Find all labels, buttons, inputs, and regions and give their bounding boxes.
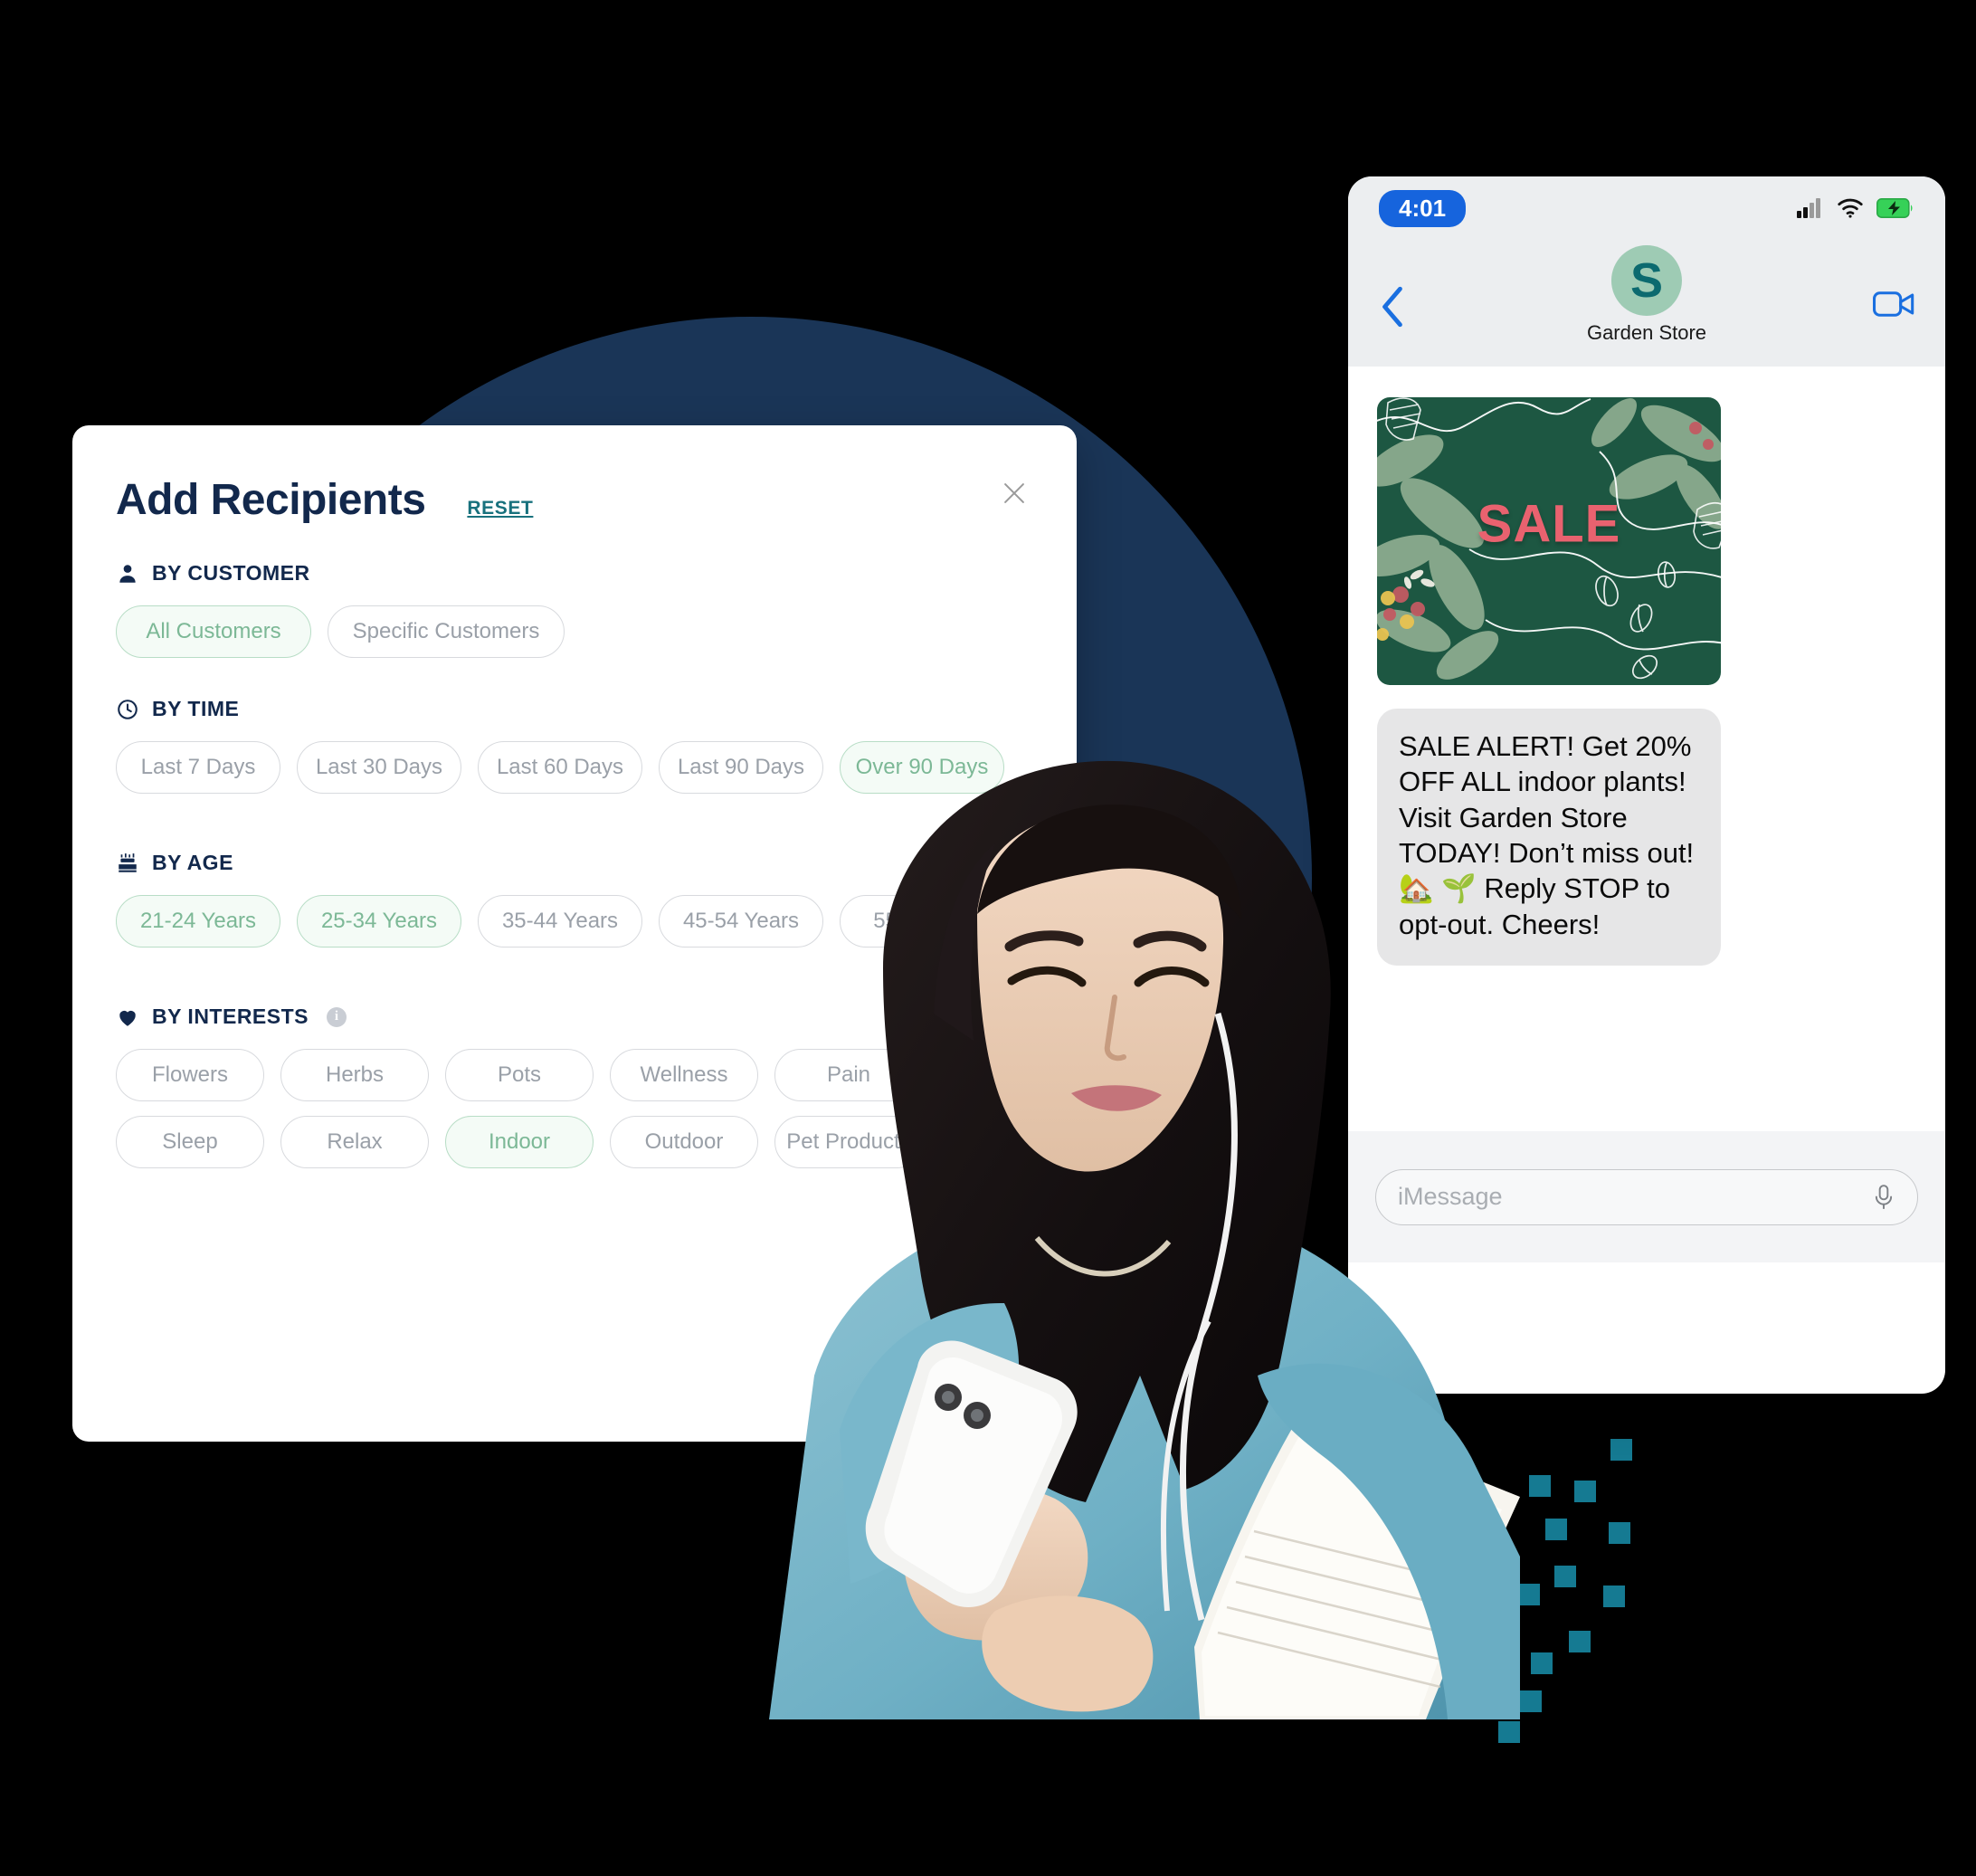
pill-relax[interactable]: Relax (280, 1116, 429, 1168)
pill-pots[interactable]: Pots (445, 1049, 594, 1101)
microphone-icon[interactable] (1872, 1184, 1895, 1211)
pill-last-30-days[interactable]: Last 30 Days (297, 741, 461, 794)
modal-header: Add Recipients RESET (116, 475, 533, 525)
contact-name: Garden Store (1586, 321, 1707, 344)
pill-flowers[interactable]: Flowers (116, 1049, 264, 1101)
phone-status-bar: 4:01 (1348, 176, 1945, 240)
heart-icon (116, 1005, 139, 1029)
phone-nav-bar: S Garden Store (1348, 240, 1945, 367)
pill-all-customers[interactable]: All Customers (116, 605, 311, 658)
screenshot-root: Add Recipients RESET BY CUSTOMER All Cus… (0, 0, 1976, 1876)
sale-promo-image[interactable]: SALE (1377, 397, 1721, 685)
contact-header[interactable]: S Garden Store (1587, 245, 1706, 345)
section-label: BY AGE (152, 851, 233, 874)
pill-last-7-days[interactable]: Last 7 Days (116, 741, 280, 794)
customer-pill-row: All Customers Specific Customers (116, 605, 565, 658)
cake-icon (116, 852, 139, 875)
chevron-left-icon[interactable] (1379, 285, 1406, 333)
section-label: BY INTERESTS (152, 1005, 309, 1028)
page-title: Add Recipients (116, 476, 426, 524)
battery-charging-icon (1876, 198, 1914, 218)
status-icon-group (1797, 198, 1914, 218)
signal-bars-icon (1797, 198, 1824, 218)
section-label: BY CUSTOMER (152, 561, 310, 585)
pill-indoor[interactable]: Indoor (445, 1116, 594, 1168)
wifi-icon (1837, 198, 1864, 218)
section-header: BY TIME (116, 697, 1004, 721)
person-photo (706, 742, 1529, 1719)
info-icon[interactable]: i (327, 1006, 347, 1027)
person-icon (116, 562, 139, 586)
status-time: 4:01 (1379, 189, 1467, 227)
pill-herbs[interactable]: Herbs (280, 1049, 429, 1101)
clock-icon (116, 698, 139, 721)
sale-headline: SALE (1477, 494, 1621, 554)
close-icon[interactable] (990, 469, 1039, 518)
dot-pattern-decoration (1498, 1439, 1810, 1783)
pill-sleep[interactable]: Sleep (116, 1116, 264, 1168)
section-by-customer: BY CUSTOMER All Customers Specific Custo… (116, 561, 565, 658)
pill-35-44-years[interactable]: 35-44 Years (478, 895, 642, 948)
avatar: S (1610, 245, 1682, 316)
pill-25-34-years[interactable]: 25-34 Years (297, 895, 461, 948)
pill-last-60-days[interactable]: Last 60 Days (478, 741, 642, 794)
reset-link[interactable]: RESET (467, 498, 533, 519)
section-label: BY TIME (152, 697, 240, 720)
video-camera-icon[interactable] (1873, 289, 1914, 324)
pill-specific-customers[interactable]: Specific Customers (328, 605, 565, 658)
pill-21-24-years[interactable]: 21-24 Years (116, 895, 280, 948)
section-header: BY CUSTOMER (116, 561, 565, 586)
